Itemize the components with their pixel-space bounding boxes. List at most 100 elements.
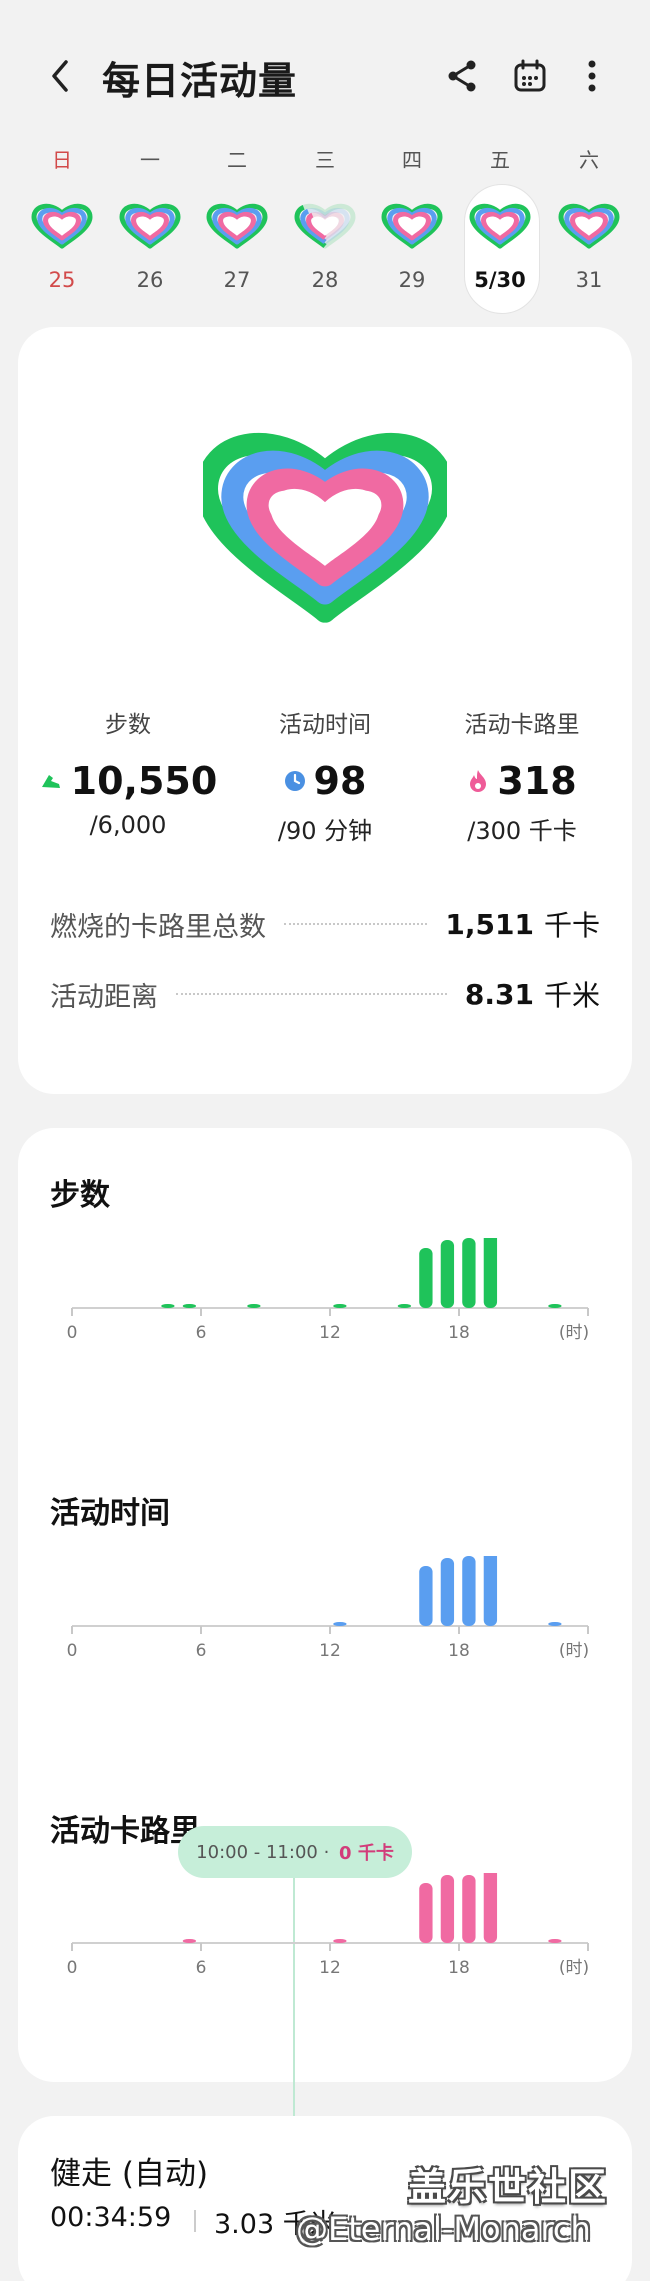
active-time-chart[interactable]: 0 6 12 18 (时)	[18, 1556, 632, 1666]
chart-title-calories: 活动卡路里	[50, 1814, 200, 1849]
x-tick-label: (时)	[559, 1641, 589, 1661]
clock-icon	[284, 771, 305, 791]
week-day-3[interactable]: 三 28	[285, 140, 365, 315]
bar-hour-4[interactable]	[161, 1304, 175, 1308]
bar-hour-22[interactable]	[548, 1304, 562, 1308]
bar-hour-18[interactable]	[462, 1875, 476, 1943]
chart-tooltip: 10:00 - 11:00 · 0 千卡	[178, 1826, 412, 1878]
bar-hour-16[interactable]	[419, 1883, 433, 1943]
bar-hour-16[interactable]	[419, 1566, 433, 1626]
x-tick-label: 18	[448, 1641, 470, 1661]
detail-value: 1,511	[445, 907, 534, 941]
stat-active-time-label: 活动时间	[279, 712, 371, 738]
week-day-date: 5/30	[474, 268, 526, 292]
share-icon[interactable]	[442, 56, 482, 96]
stat-steps: 步数 10,550 /6,000	[28, 705, 228, 839]
week-day-date: 27	[223, 268, 251, 292]
bar-hour-18[interactable]	[462, 1556, 476, 1626]
stat-active-time-goal: /90 分钟	[277, 817, 373, 845]
x-tick-label: 6	[196, 1958, 207, 1978]
watermark-user: @Eternal-Monarch	[296, 2210, 591, 2248]
stat-calories-value: 318	[497, 759, 577, 803]
bar-hour-15[interactable]	[397, 1304, 412, 1308]
stat-steps-label: 步数	[105, 712, 151, 738]
bar-hour-19[interactable]	[483, 1873, 498, 1943]
stat-steps-value: 10,550	[70, 759, 218, 803]
day-heart-icon	[119, 203, 181, 249]
bar-hour-17[interactable]	[440, 1558, 455, 1626]
page-title: 每日活动量	[102, 59, 298, 103]
bar-hour-17[interactable]	[440, 1875, 455, 1943]
detail-unit: 千米	[543, 979, 600, 1012]
bar-hour-22[interactable]	[548, 1622, 562, 1626]
detail-total-calories: 燃烧的卡路里总数 1,511 千卡	[50, 904, 600, 944]
week-day-label: 三	[315, 148, 335, 172]
tooltip-value: 0 千卡	[339, 1843, 394, 1864]
bar-hour-17[interactable]	[440, 1240, 455, 1308]
x-tick-label: 6	[196, 1323, 207, 1343]
week-day-label: 六	[579, 148, 599, 172]
x-tick-label: (时)	[559, 1958, 589, 1978]
steps-chart[interactable]: 0 6 12 18 (时)	[18, 1238, 632, 1348]
bar-hour-18[interactable]	[462, 1238, 476, 1308]
day-heart-icon	[206, 203, 268, 249]
detail-label: 燃烧的卡路里总数	[50, 911, 266, 943]
x-tick-label: 12	[319, 1641, 341, 1661]
bar-hour-16[interactable]	[419, 1248, 433, 1308]
bar-hour-5[interactable]	[182, 1939, 197, 1943]
dotted-leader	[176, 993, 447, 995]
x-tick-label: 18	[448, 1323, 470, 1343]
week-day-label: 四	[402, 148, 422, 172]
bar-hour-12[interactable]	[333, 1939, 347, 1943]
workout-title: 健走 (自动)	[50, 2156, 209, 2192]
day-heart-icon	[469, 203, 531, 249]
x-tick-label: 18	[448, 1958, 470, 1978]
calories-chart[interactable]: 0 6 12 18 (时)	[18, 1873, 632, 1983]
week-day-date: 26	[136, 268, 164, 292]
detail-value: 8.31	[464, 977, 534, 1011]
chart-title-active-time: 活动时间	[50, 1496, 170, 1531]
tooltip-range: 10:00 - 11:00	[196, 1841, 318, 1863]
dotted-leader	[284, 923, 428, 925]
day-heart-icon	[294, 203, 356, 250]
stat-calories-goal: /300 千卡	[467, 817, 577, 845]
x-tick-label: (时)	[559, 1323, 589, 1343]
week-day-6[interactable]: 六 31	[549, 140, 629, 315]
week-selector: 日 25 一 26 二 27 三 28 四 29 五 5/30 六 31	[0, 140, 650, 315]
week-day-date: 25	[48, 268, 76, 292]
calendar-icon[interactable]	[510, 56, 550, 96]
more-vertical-icon[interactable]	[572, 56, 612, 96]
stat-active-time: 活动时间 98 /90 分钟	[225, 705, 425, 846]
week-day-date: 28	[311, 268, 339, 292]
bar-hour-19[interactable]	[483, 1238, 498, 1308]
bar-hour-8[interactable]	[247, 1304, 261, 1308]
week-day-1[interactable]: 一 26	[110, 140, 190, 315]
week-day-date: 29	[398, 268, 426, 292]
week-day-5[interactable]: 五 5/30	[460, 140, 540, 315]
tooltip-dot: ·	[317, 1841, 336, 1863]
shoe-icon	[41, 775, 60, 788]
week-day-label: 一	[140, 148, 160, 172]
bar-hour-22[interactable]	[548, 1939, 562, 1943]
stat-active-time-value: 98	[313, 759, 367, 803]
day-heart-icon	[381, 203, 443, 249]
bar-hour-19[interactable]	[483, 1556, 498, 1626]
app-header: 每日活动量	[0, 0, 650, 140]
week-day-0[interactable]: 日 25	[22, 140, 102, 315]
hourly-charts-card: 步数 0 6 12 18 (时) 活动时间 0 6 12 18 (时) 活动卡路里 10:00 …	[18, 1128, 632, 2128]
bar-hour-12[interactable]	[333, 1622, 347, 1626]
week-day-2[interactable]: 二 27	[197, 140, 277, 315]
week-day-4[interactable]: 四 29	[372, 140, 452, 315]
bar-hour-5[interactable]	[182, 1304, 197, 1308]
x-tick-label: 0	[67, 1641, 78, 1661]
flame-icon	[470, 770, 487, 792]
chevron-left-icon[interactable]	[42, 56, 82, 96]
bar-hour-12[interactable]	[333, 1304, 347, 1308]
stat-calories: 活动卡路里 318 /300 千卡	[422, 705, 622, 846]
detail-label: 活动距离	[50, 981, 158, 1013]
week-day-label: 五	[490, 148, 510, 172]
day-heart-icon	[558, 203, 620, 249]
x-tick-label: 12	[319, 1323, 341, 1343]
stat-steps-goal: /6,000	[89, 811, 167, 839]
chart-title-steps: 步数	[50, 1178, 110, 1213]
